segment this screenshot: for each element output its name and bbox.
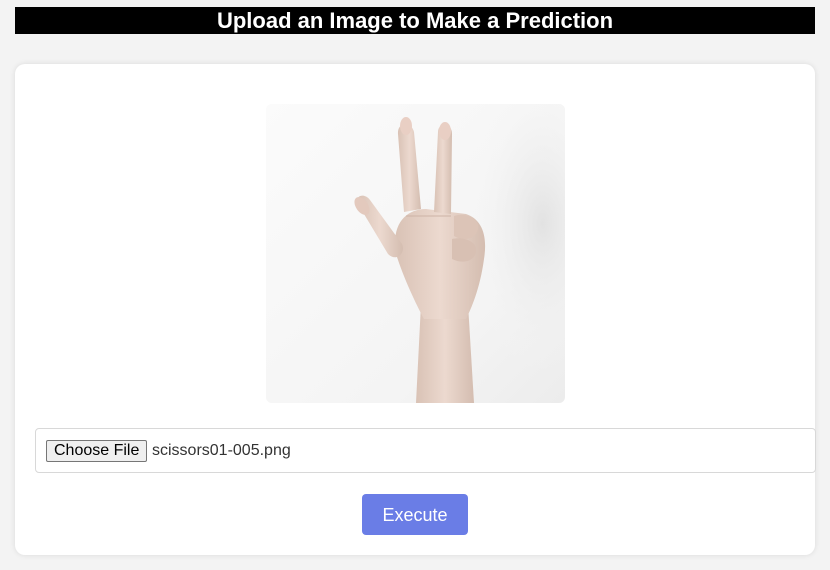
execute-button[interactable]: Execute — [362, 494, 468, 535]
image-preview — [266, 104, 565, 403]
upload-card: Choose File scissors01-005.png Execute — [15, 64, 816, 555]
file-input-row: Choose File scissors01-005.png — [35, 428, 816, 473]
hand-scissors-image — [266, 104, 565, 403]
choose-file-button[interactable]: Choose File — [46, 440, 148, 462]
page: Upload an Image to Make a Prediction Cho… — [0, 0, 830, 570]
page-title: Upload an Image to Make a Prediction — [15, 7, 815, 34]
selected-file-name: scissors01-005.png — [152, 442, 291, 459]
